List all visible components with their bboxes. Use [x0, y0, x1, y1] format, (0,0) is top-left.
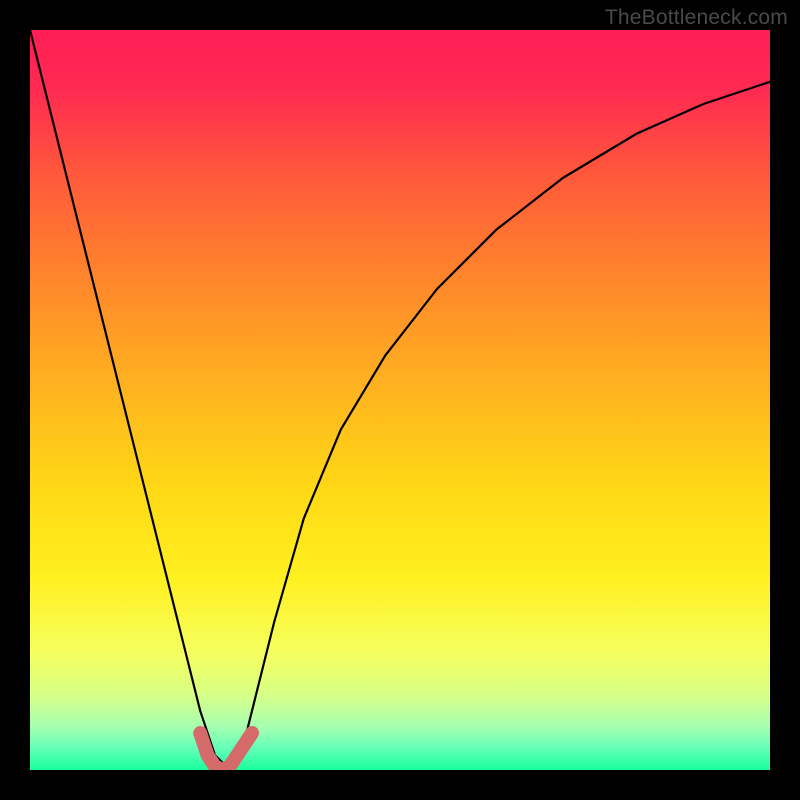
curve-layer	[30, 30, 770, 770]
highlight-region	[200, 733, 252, 770]
chart-frame: TheBottleneck.com	[0, 0, 800, 800]
watermark-text: TheBottleneck.com	[605, 6, 788, 30]
plot-area	[30, 30, 770, 770]
bottleneck-curve	[30, 30, 770, 770]
